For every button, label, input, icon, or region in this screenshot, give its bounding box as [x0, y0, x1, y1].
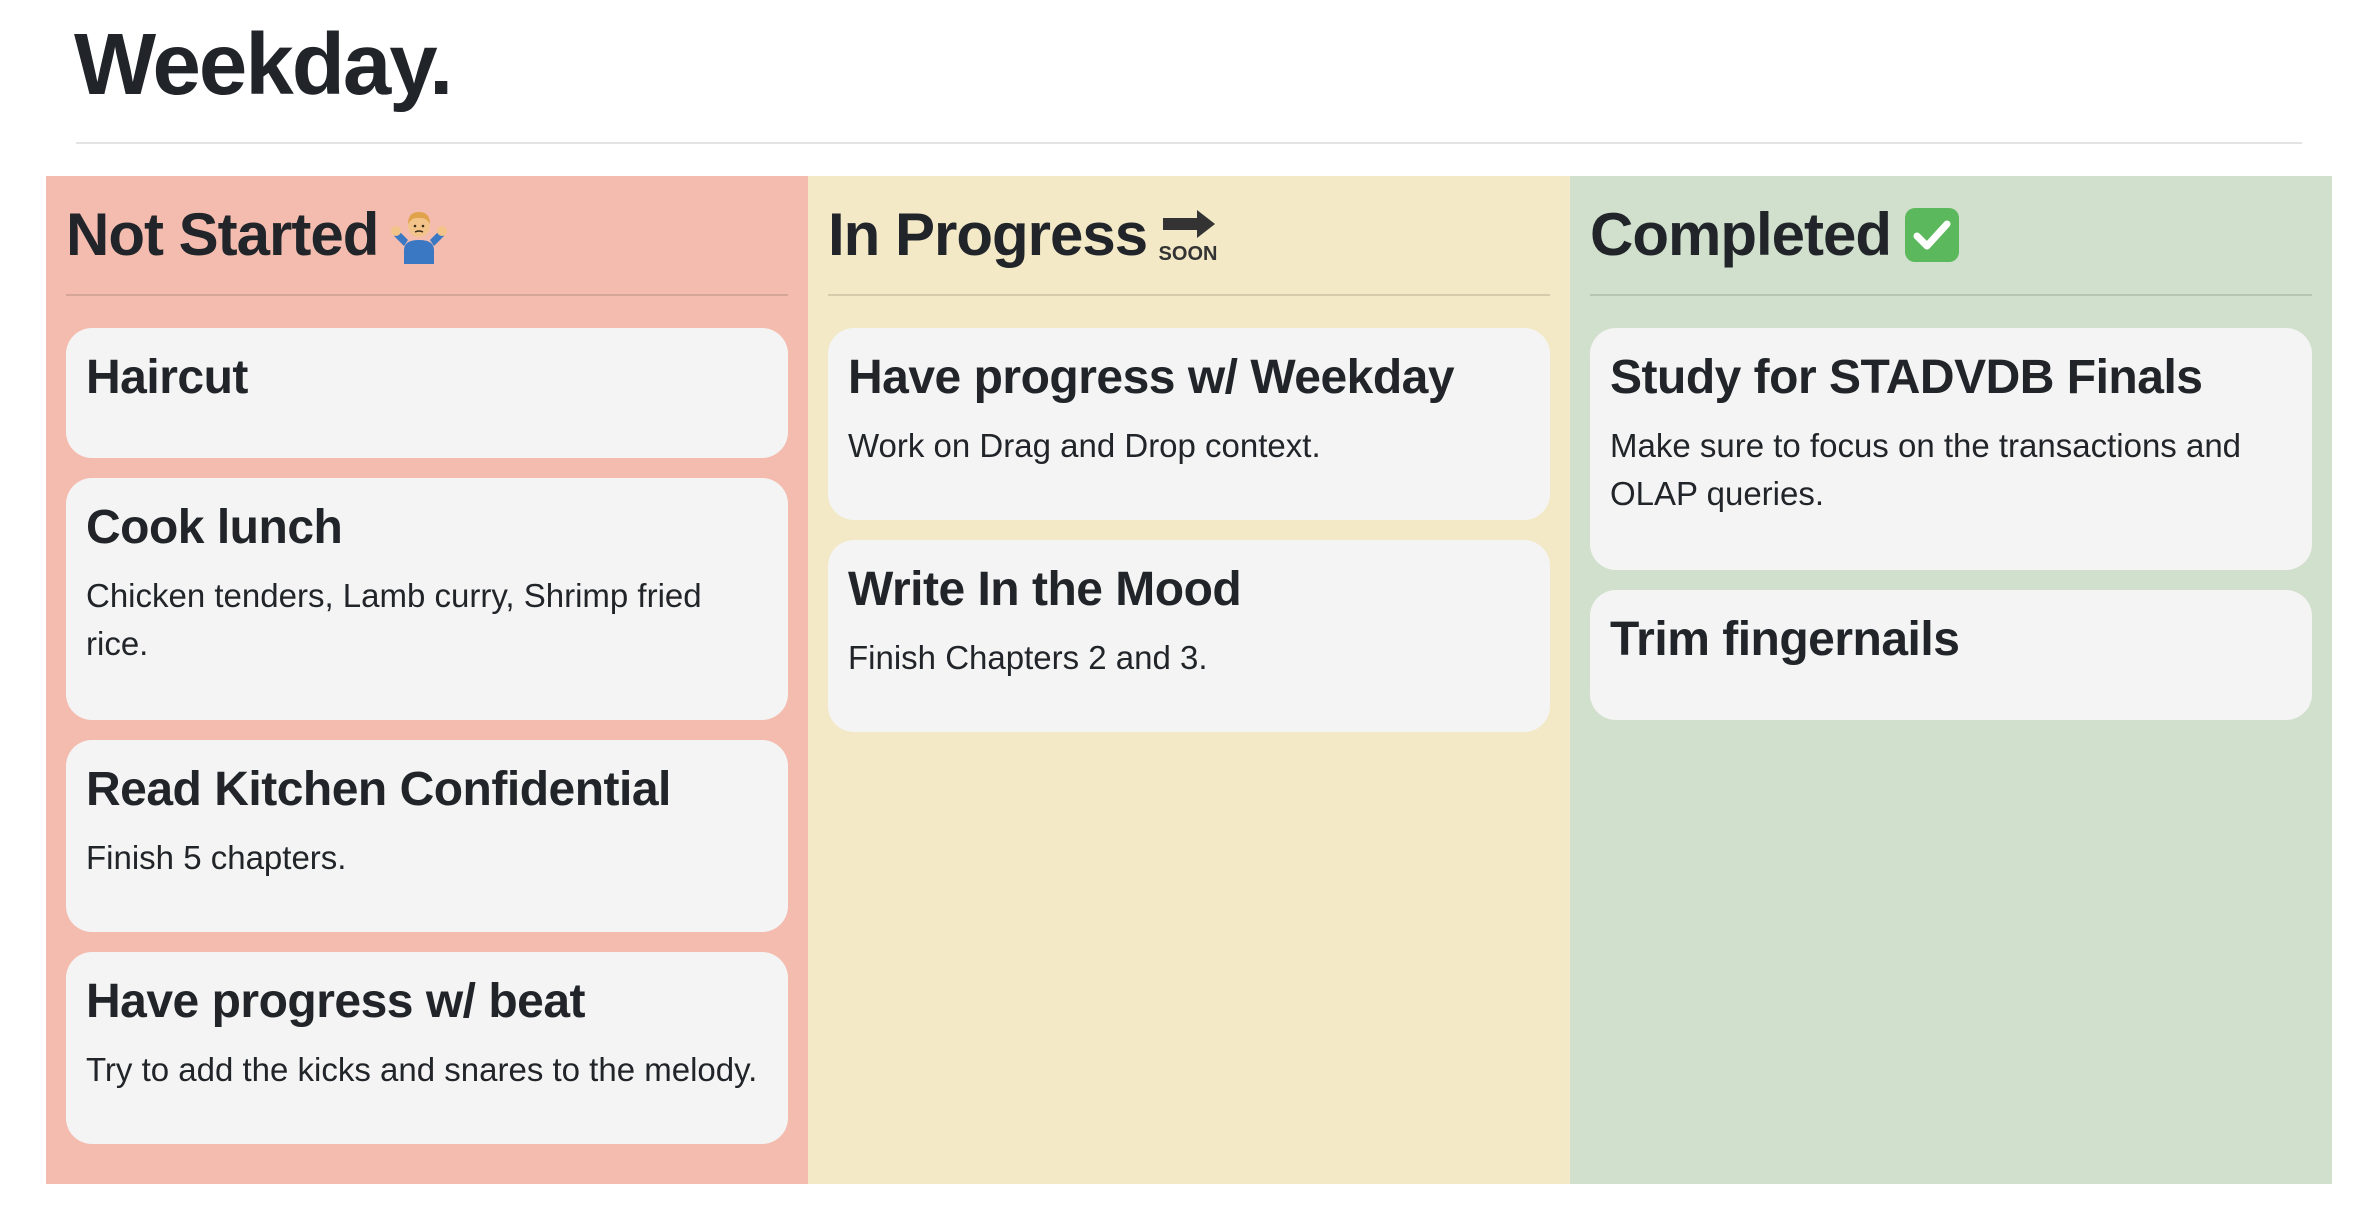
- task-card[interactable]: Have progress w/ Weekday Work on Drag an…: [828, 328, 1550, 520]
- task-title: Cook lunch: [86, 501, 343, 554]
- column-title: In Progress: [828, 201, 1148, 268]
- task-card[interactable]: Write In the Mood Finish Chapters 2 and …: [828, 540, 1550, 732]
- column-not-started[interactable]: Not Started Haircut Cook lunch Chicken t…: [46, 176, 808, 1184]
- task-title: Haircut: [86, 351, 248, 404]
- column-in-progress[interactable]: In Progress SOON Have progress w/ Weekda…: [808, 176, 1570, 1184]
- task-description: Chicken tenders, Lamb curry, Shrimp frie…: [86, 577, 702, 662]
- task-description: Finish Chapters 2 and 3.: [848, 639, 1208, 676]
- app-title: Weekday.: [74, 16, 453, 113]
- column-divider: [66, 294, 788, 296]
- kanban-board: Not Started Haircut Cook lunch Chicken t…: [46, 176, 2332, 1184]
- task-card[interactable]: Cook lunch Chicken tenders, Lamb curry, …: [66, 478, 788, 720]
- soon-label: SOON: [1159, 243, 1218, 264]
- task-title: Have progress w/ beat: [86, 975, 586, 1028]
- check-mark-button-icon: [1901, 204, 1963, 266]
- task-card[interactable]: Read Kitchen Confidential Finish 5 chapt…: [66, 740, 788, 932]
- task-title: Read Kitchen Confidential: [86, 763, 671, 816]
- task-card[interactable]: Study for STADVDB Finals Make sure to fo…: [1590, 328, 2312, 570]
- task-description: Try to add the kicks and snares to the m…: [86, 1051, 758, 1088]
- column-header: Not Started: [66, 176, 788, 294]
- page: Weekday. Not Started Haircut Cook lunch …: [0, 0, 2368, 1220]
- column-title: Not Started: [66, 201, 379, 268]
- task-card[interactable]: Have progress w/ beat Try to add the kic…: [66, 952, 788, 1144]
- task-description: Make sure to focus on the transactions a…: [1610, 427, 2242, 512]
- column-divider: [828, 294, 1550, 296]
- soon-arrow-icon: SOON: [1157, 204, 1219, 266]
- task-card[interactable]: Trim fingernails: [1590, 590, 2312, 720]
- person-shrugging-icon: [388, 204, 450, 266]
- column-title: Completed: [1590, 201, 1892, 268]
- column-header: In Progress SOON: [828, 176, 1550, 294]
- column-divider: [1590, 294, 2312, 296]
- task-description: Finish 5 chapters.: [86, 839, 347, 876]
- title-divider: [76, 142, 2302, 144]
- column-completed[interactable]: Completed Study for STADVDB Finals Make …: [1570, 176, 2332, 1184]
- task-title: Have progress w/ Weekday: [848, 351, 1455, 404]
- task-title: Study for STADVDB Finals: [1610, 351, 2203, 404]
- column-header: Completed: [1590, 176, 2312, 294]
- task-description: Work on Drag and Drop context.: [848, 427, 1321, 464]
- task-title: Trim fingernails: [1610, 613, 1960, 666]
- task-card[interactable]: Haircut: [66, 328, 788, 458]
- task-title: Write In the Mood: [848, 563, 1242, 616]
